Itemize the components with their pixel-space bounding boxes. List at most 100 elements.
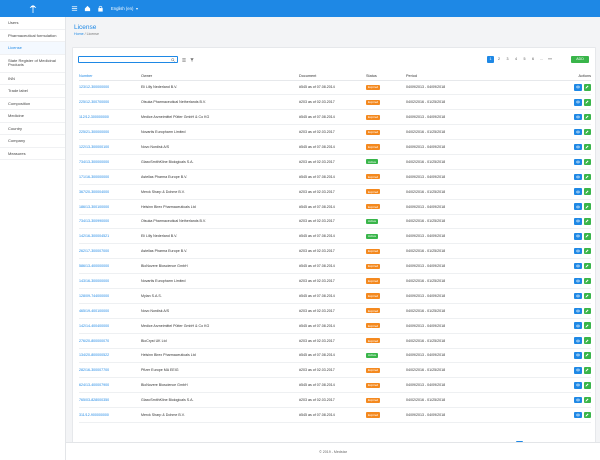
page-3[interactable]: 3: [504, 56, 511, 63]
page-6[interactable]: 6: [530, 56, 537, 63]
cell-number[interactable]: 586/13-400000000: [79, 258, 141, 275]
cell-number[interactable]: 142/16-300004521: [79, 228, 141, 245]
sidebar-item-state-register[interactable]: State Register of Medicinal Products: [0, 55, 65, 73]
cell-number[interactable]: 134/20-800000522: [79, 348, 141, 364]
page-last[interactable]: »»: [547, 56, 554, 63]
table-row[interactable]: 734/13-300000000 GlaxoSmithKline Biologic…: [79, 154, 591, 170]
edit-button[interactable]: [583, 158, 591, 166]
edit-button[interactable]: [583, 233, 591, 240]
sidebar-item-medicine[interactable]: Medicine: [0, 110, 65, 123]
cell-number[interactable]: 311/12-900000000: [79, 407, 141, 423]
view-button[interactable]: [574, 218, 582, 225]
edit-button[interactable]: [583, 411, 591, 419]
table-row[interactable]: 586/13-400000000 BioNovere Bioscience Gmb…: [79, 258, 591, 275]
edit-button[interactable]: [583, 382, 591, 389]
lock-icon[interactable]: [96, 4, 105, 13]
sidebar-item-measures[interactable]: Measures: [0, 148, 65, 160]
table-row[interactable]: 112/12-300000000 Medice Arzneimittel Pütt…: [79, 109, 591, 126]
sidebar-item-license[interactable]: License: [0, 42, 65, 55]
edit-button[interactable]: [583, 277, 591, 285]
view-button[interactable]: [574, 158, 582, 166]
caduceus-icon[interactable]: [0, 0, 66, 17]
table-row[interactable]: 142/14-400400000 Medice Arzneimittel Pütt…: [79, 318, 591, 334]
edit-button[interactable]: [583, 396, 591, 404]
edit-button[interactable]: [583, 337, 591, 344]
edit-button[interactable]: [583, 352, 591, 359]
view-button[interactable]: [574, 128, 582, 136]
list-icon[interactable]: [181, 57, 186, 62]
table-row[interactable]: 367/20-300004000 Merck Sharp & Dohme B.V.…: [79, 184, 591, 200]
breadcrumb-home[interactable]: Home: [74, 32, 84, 36]
table-row[interactable]: 311/12-900000000 Merck Sharp & Dohme B.V.…: [79, 407, 591, 423]
edit-button[interactable]: [583, 292, 591, 300]
edit-button[interactable]: [583, 173, 591, 181]
cell-number[interactable]: 143/16-300000000: [79, 273, 141, 289]
cell-number[interactable]: 128/09-744000000: [79, 288, 141, 304]
view-button[interactable]: [574, 322, 582, 329]
edit-button[interactable]: [583, 143, 591, 151]
table-row[interactable]: 765/03-828000350 GlaxoSmithKline Biologic…: [79, 392, 591, 409]
view-button[interactable]: [574, 262, 582, 270]
edit-button[interactable]: [583, 307, 591, 315]
cell-number[interactable]: 186/13-300100000: [79, 199, 141, 215]
sidebar-item-company[interactable]: Company: [0, 135, 65, 148]
sidebar-item-pharmaceutical-formulation[interactable]: Pharmaceutical formulation: [0, 30, 65, 42]
view-button[interactable]: [574, 352, 582, 359]
edit-button[interactable]: [583, 367, 591, 374]
view-button[interactable]: [574, 277, 582, 285]
column-header-number[interactable]: Number: [79, 72, 141, 81]
table-row[interactable]: 122/13-300000100 Novo Nordisk A/S #545 as …: [79, 139, 591, 155]
table-row[interactable]: 142/16-300004521 Eli Lilly Nederland B.V.…: [79, 228, 591, 245]
view-button[interactable]: [574, 396, 582, 404]
view-button[interactable]: [574, 99, 582, 106]
table-row[interactable]: 225/21-300000000 Novartis Europharm Limit…: [79, 124, 591, 141]
cell-number[interactable]: 765/03-828000350: [79, 392, 141, 409]
view-button[interactable]: [574, 247, 582, 255]
cell-number[interactable]: 276/20-800000070: [79, 333, 141, 349]
view-button[interactable]: [574, 367, 582, 374]
table-row[interactable]: 128/09-744000000 Mylan S.A.S. #545 as of 0…: [79, 288, 591, 304]
edit-button[interactable]: [583, 262, 591, 270]
edit-button[interactable]: [583, 203, 591, 210]
cell-number[interactable]: 123/12-300000000: [79, 80, 141, 96]
table-row[interactable]: 734/13-300990000 Otsuka Pharmaceutical Ne…: [79, 214, 591, 230]
search-input[interactable]: [78, 56, 178, 63]
menu-icon[interactable]: [70, 4, 79, 13]
edit-button[interactable]: [583, 84, 591, 91]
view-button[interactable]: [574, 188, 582, 195]
add-button[interactable]: ADD: [571, 56, 589, 63]
table-row[interactable]: 225/12-300700000 Otsuka Pharmaceutical Ne…: [79, 94, 591, 111]
view-button[interactable]: [574, 382, 582, 389]
table-row[interactable]: 134/20-800000522 Helsinn Birex Pharmaceut…: [79, 348, 591, 364]
edit-button[interactable]: [583, 188, 591, 195]
cell-number[interactable]: 112/12-300000000: [79, 109, 141, 126]
table-row[interactable]: 465/19-400100000 Novo Nordisk A/S #203 as …: [79, 303, 591, 319]
language-selector[interactable]: English (en): [111, 6, 139, 11]
view-button[interactable]: [574, 292, 582, 300]
sidebar-item-users[interactable]: Users: [0, 17, 65, 30]
table-row[interactable]: 171/16-300000000 Astellas Pharma Europe B…: [79, 169, 591, 185]
table-row[interactable]: 186/13-300100000 Helsinn Birex Pharmaceut…: [79, 199, 591, 215]
cell-number[interactable]: 734/13-300990000: [79, 214, 141, 230]
cell-number[interactable]: 734/13-300000000: [79, 154, 141, 170]
sidebar-item-inn[interactable]: INN: [0, 73, 65, 85]
view-button[interactable]: [574, 113, 582, 121]
page-2[interactable]: 2: [496, 56, 503, 63]
table-row[interactable]: 276/20-800000070 BioCryst UK Ltd #203 as o…: [79, 333, 591, 349]
sidebar-item-trade-label[interactable]: Trade label: [0, 85, 65, 98]
table-row[interactable]: 262/17-300007000 Astellas Pharma Europe B…: [79, 243, 591, 260]
sidebar-item-composition[interactable]: Composition: [0, 98, 65, 110]
cell-number[interactable]: 225/12-300700000: [79, 94, 141, 111]
view-button[interactable]: [574, 411, 582, 419]
edit-button[interactable]: [583, 247, 591, 255]
view-button[interactable]: [574, 143, 582, 151]
cell-number[interactable]: 262/17-300007000: [79, 243, 141, 260]
view-button[interactable]: [574, 337, 582, 344]
cell-number[interactable]: 282/16-300007700: [79, 362, 141, 379]
table-row[interactable]: 143/16-300000000 Novartis Europharm Limit…: [79, 273, 591, 289]
cell-number[interactable]: 624/13-400007900: [79, 377, 141, 394]
view-button[interactable]: [574, 84, 582, 91]
sidebar-item-country[interactable]: Country: [0, 123, 65, 135]
table-row[interactable]: 282/16-300007700 Pfizer Europe MA EEIG #20…: [79, 362, 591, 379]
view-button[interactable]: [574, 233, 582, 240]
